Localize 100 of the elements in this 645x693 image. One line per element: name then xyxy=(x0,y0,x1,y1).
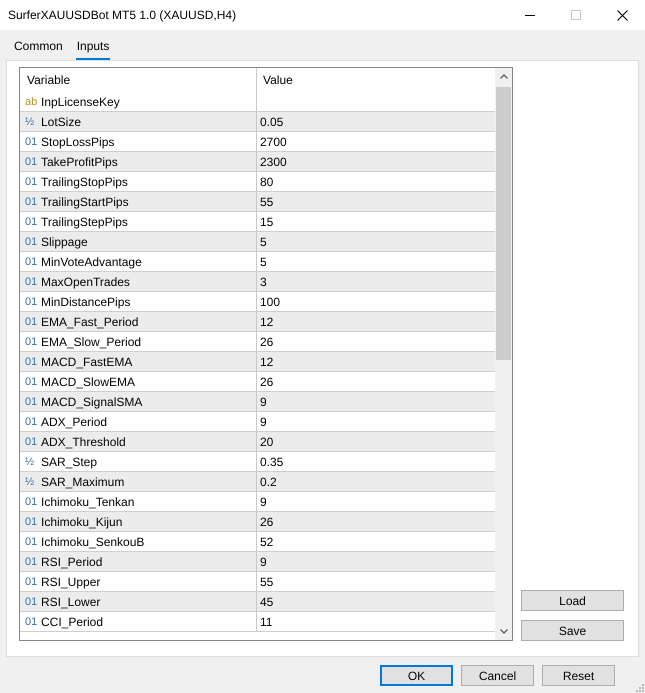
type-icon: 01 xyxy=(25,296,41,308)
type-icon: 01 xyxy=(25,416,41,428)
value-cell[interactable]: 26 xyxy=(260,372,274,390)
variable-name: RSI_Lower xyxy=(41,594,100,610)
variable-name: SAR_Step xyxy=(41,454,98,470)
maximize-icon xyxy=(571,10,581,20)
variable-name: TrailingStepPips xyxy=(41,214,128,230)
type-icon: 01 xyxy=(25,276,41,288)
value-cell[interactable]: 5 xyxy=(260,252,267,270)
input-row[interactable]: 01 EMA_Fast_Period 12 xyxy=(20,312,495,332)
value-cell[interactable]: 0.05 xyxy=(260,112,284,130)
input-row[interactable]: 01 StopLossPips 2700 xyxy=(20,132,495,152)
input-row[interactable]: 01 ADX_Period 9 xyxy=(20,412,495,432)
input-row[interactable]: 01 MACD_SignalSMA 9 xyxy=(20,392,495,412)
column-header[interactable]: Value xyxy=(257,68,495,92)
side-button[interactable]: Load xyxy=(521,590,624,611)
input-row[interactable]: 01 MACD_FastEMA 12 xyxy=(20,352,495,372)
value-cell[interactable]: 9 xyxy=(260,552,267,570)
type-icon: ½ xyxy=(25,476,41,488)
value-cell[interactable]: 12 xyxy=(260,352,274,370)
value-cell[interactable]: 26 xyxy=(260,332,274,350)
input-row[interactable]: 01 TrailingStartPips 55 xyxy=(20,192,495,212)
scroll-up-icon[interactable] xyxy=(500,74,508,79)
input-row[interactable]: 01 TrailingStopPips 80 xyxy=(20,172,495,192)
type-icon: 01 xyxy=(25,256,41,268)
value-cell[interactable]: 55 xyxy=(260,572,274,590)
value-cell[interactable]: 2300 xyxy=(260,152,287,170)
variable-name: MACD_FastEMA xyxy=(41,354,132,370)
value-cell[interactable]: 3 xyxy=(260,272,267,290)
scrollbar-thumb[interactable] xyxy=(496,87,511,360)
type-icon: 01 xyxy=(25,556,41,568)
value-cell[interactable]: 15 xyxy=(260,212,274,230)
input-row[interactable]: ab InpLicenseKey xyxy=(20,92,495,112)
value-cell[interactable]: 20 xyxy=(260,432,274,450)
side-button[interactable]: Save xyxy=(521,620,624,641)
input-row[interactable]: 01 RSI_Lower 45 xyxy=(20,592,495,612)
value-cell[interactable]: 26 xyxy=(260,512,274,530)
input-row[interactable]: 01 MinVoteAdvantage 5 xyxy=(20,252,495,272)
input-row[interactable]: 01 MACD_SlowEMA 26 xyxy=(20,372,495,392)
input-row[interactable]: 01 MaxOpenTrades 3 xyxy=(20,272,495,292)
input-row[interactable]: 01 TakeProfitPips 2300 xyxy=(20,152,495,172)
input-row[interactable]: 01 MinDistancePips 100 xyxy=(20,292,495,312)
variable-name: RSI_Period xyxy=(41,554,102,570)
dialog-button[interactable]: OK xyxy=(380,665,453,686)
variable-name: Slippage xyxy=(41,234,88,250)
variable-name: LotSize xyxy=(41,114,82,130)
value-cell[interactable]: 12 xyxy=(260,312,274,330)
type-icon: ab xyxy=(25,96,41,108)
type-icon: ½ xyxy=(25,116,41,128)
type-icon: 01 xyxy=(25,156,41,168)
variable-name: Ichimoku_Tenkan xyxy=(41,494,134,510)
input-row[interactable]: 01 Ichimoku_Kijun 26 xyxy=(20,512,495,532)
input-row[interactable]: 01 EMA_Slow_Period 26 xyxy=(20,332,495,352)
resize-grip-icon[interactable] xyxy=(635,683,644,692)
type-icon: 01 xyxy=(25,196,41,208)
value-cell[interactable]: 55 xyxy=(260,192,274,210)
scroll-down-icon[interactable] xyxy=(500,629,508,634)
tab[interactable]: Common xyxy=(13,33,64,60)
value-cell[interactable]: 0.2 xyxy=(260,472,277,490)
type-icon: 01 xyxy=(25,576,41,588)
variable-name: CCI_Period xyxy=(41,614,104,630)
input-row[interactable]: 01 Slippage 5 xyxy=(20,232,495,252)
type-icon: ½ xyxy=(25,456,41,468)
variable-name: MACD_SignalSMA xyxy=(41,394,142,410)
type-icon: 01 xyxy=(25,596,41,608)
input-row[interactable]: 01 ADX_Threshold 20 xyxy=(20,432,495,452)
variable-name: TrailingStopPips xyxy=(41,174,128,190)
value-cell[interactable]: 0.35 xyxy=(260,452,284,470)
variable-name: RSI_Upper xyxy=(41,574,100,590)
input-row[interactable]: 01 CCI_Period 11 xyxy=(20,612,495,632)
value-cell[interactable]: 9 xyxy=(260,392,267,410)
variable-name: Ichimoku_SenkouB xyxy=(41,534,144,550)
scrollbar[interactable] xyxy=(495,68,512,640)
value-cell[interactable]: 45 xyxy=(260,592,274,610)
input-row[interactable]: 01 Ichimoku_SenkouB 52 xyxy=(20,532,495,552)
input-row[interactable]: ½ SAR_Step 0.35 xyxy=(20,452,495,472)
type-icon: 01 xyxy=(25,496,41,508)
value-cell[interactable]: 9 xyxy=(260,492,267,510)
type-icon: 01 xyxy=(25,336,41,348)
variable-name: InpLicenseKey xyxy=(41,94,120,110)
value-cell[interactable]: 5 xyxy=(260,232,267,250)
type-icon: 01 xyxy=(25,176,41,188)
value-cell[interactable]: 11 xyxy=(260,612,272,630)
value-cell[interactable]: 9 xyxy=(260,412,267,430)
type-icon: 01 xyxy=(25,436,41,448)
value-cell[interactable]: 80 xyxy=(260,172,274,190)
variable-name: SAR_Maximum xyxy=(41,474,124,490)
value-cell[interactable]: 52 xyxy=(260,532,274,550)
input-row[interactable]: 01 RSI_Upper 55 xyxy=(20,572,495,592)
input-row[interactable]: 01 RSI_Period 9 xyxy=(20,552,495,572)
variable-name: TakeProfitPips xyxy=(41,154,118,170)
value-cell[interactable]: 100 xyxy=(260,292,280,310)
dialog-button[interactable]: Cancel xyxy=(461,665,534,686)
input-row[interactable]: ½ LotSize 0.05 xyxy=(20,112,495,132)
input-row[interactable]: 01 Ichimoku_Tenkan 9 xyxy=(20,492,495,512)
value-cell[interactable]: 2700 xyxy=(260,132,287,150)
dialog-button[interactable]: Reset xyxy=(542,665,615,686)
input-row[interactable]: 01 TrailingStepPips 15 xyxy=(20,212,495,232)
input-row[interactable]: ½ SAR_Maximum 0.2 xyxy=(20,472,495,492)
type-icon: 01 xyxy=(25,216,41,228)
